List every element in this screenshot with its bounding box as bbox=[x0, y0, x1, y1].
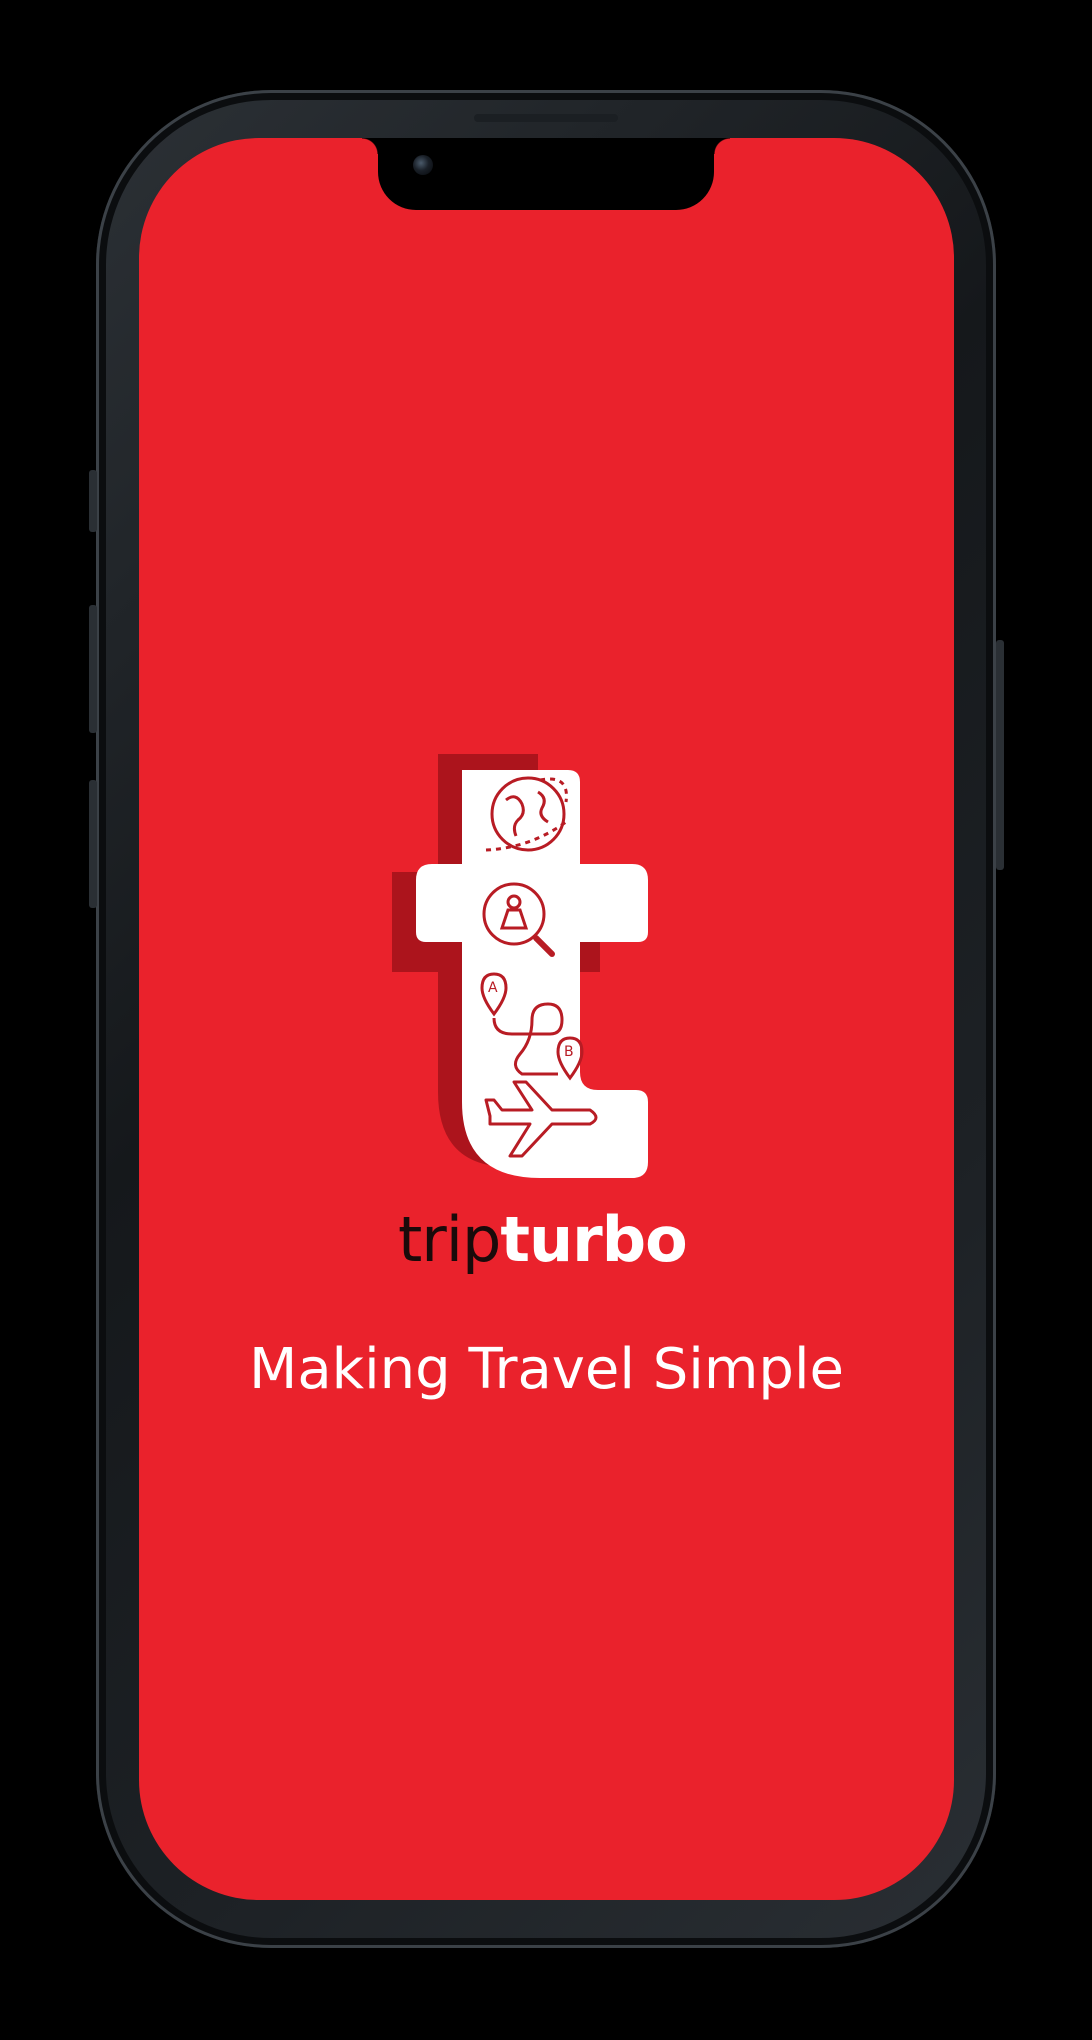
volume-up-button bbox=[89, 605, 97, 733]
power-button bbox=[996, 640, 1004, 870]
svg-text:B: B bbox=[564, 1044, 574, 1060]
tripturbo-logo-icon: A B bbox=[392, 754, 648, 1178]
front-camera bbox=[413, 155, 433, 175]
notch-corner-left bbox=[362, 138, 378, 154]
earpiece-speaker bbox=[474, 114, 618, 122]
notch bbox=[378, 138, 714, 210]
brand-wordmark-trip: trip bbox=[398, 1203, 501, 1276]
notch-corner-right bbox=[714, 138, 730, 154]
brand-wordmark-turbo: turbo bbox=[500, 1203, 687, 1276]
svg-text:A: A bbox=[488, 980, 498, 996]
silent-switch bbox=[89, 470, 97, 532]
volume-down-button bbox=[89, 780, 97, 908]
brand-wordmark: tripturbo bbox=[398, 1200, 728, 1280]
device-mockup: A B tripturbo Making Travel Simple bbox=[0, 0, 1092, 2040]
tagline: Making Travel Simple bbox=[249, 1337, 844, 1402]
